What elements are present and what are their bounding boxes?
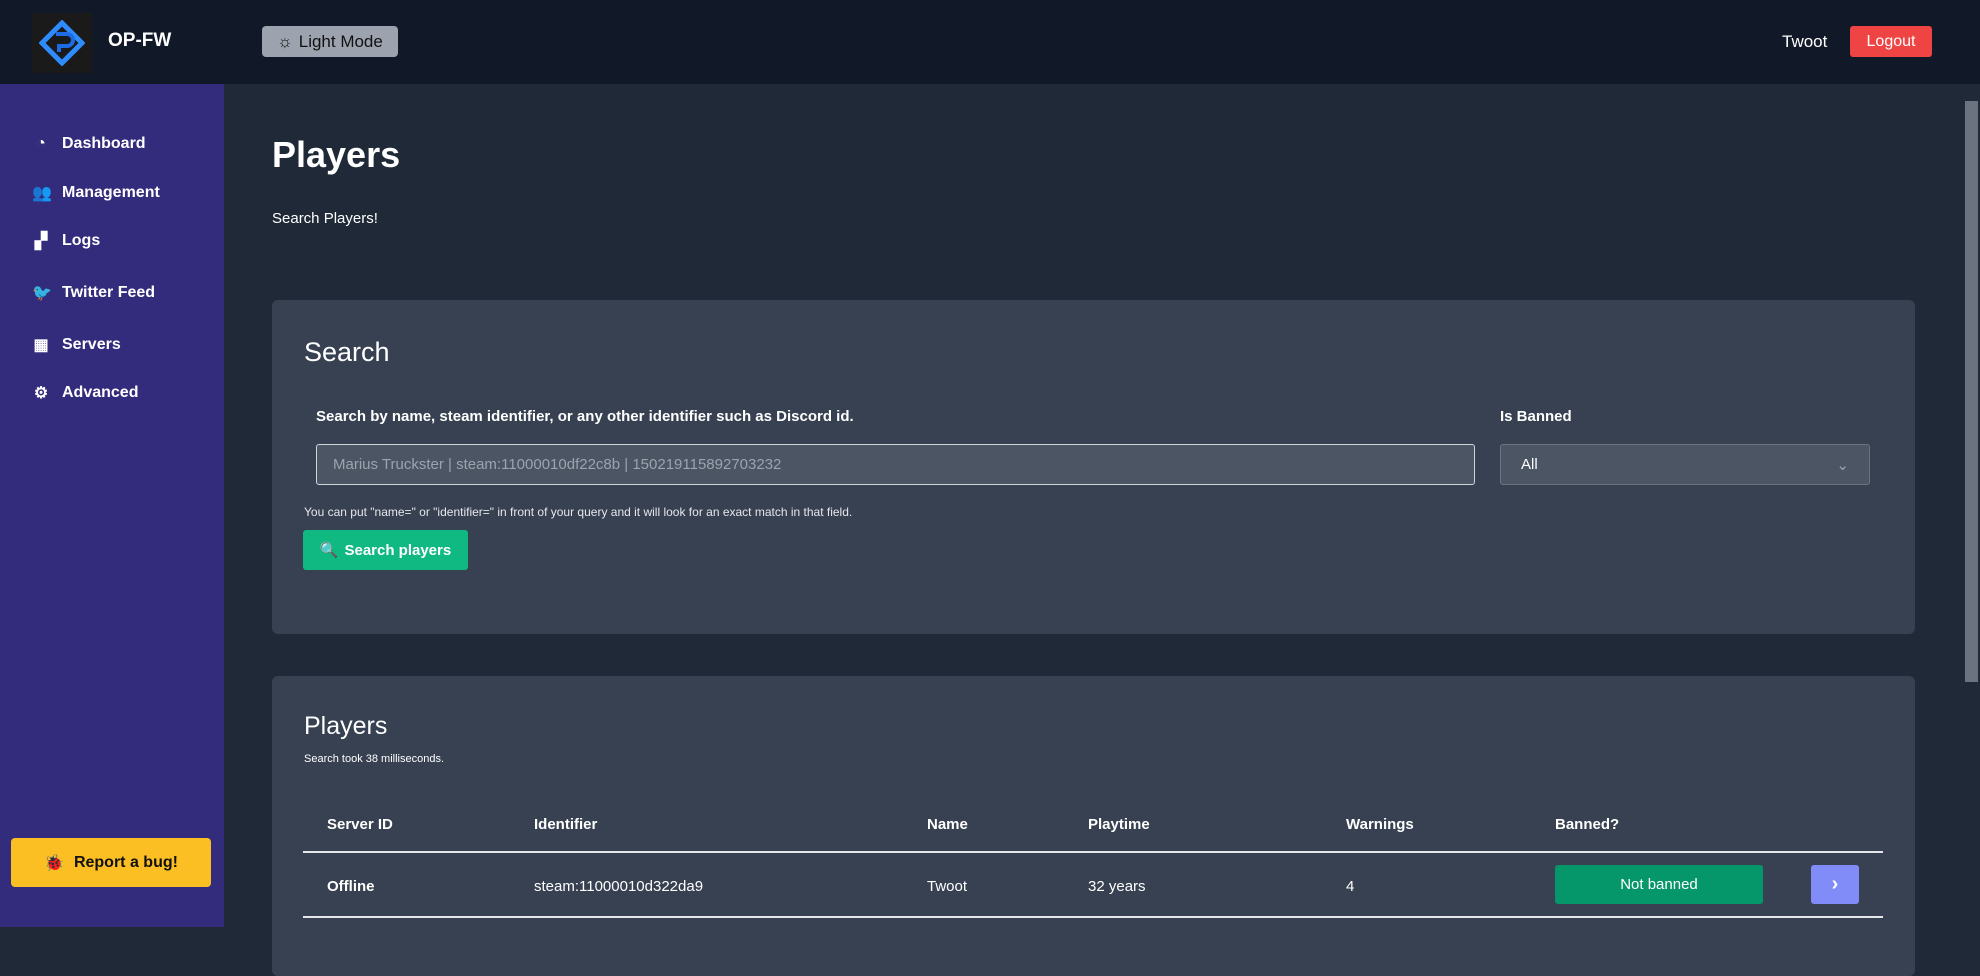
twitter-icon: 🐦 (32, 285, 52, 302)
is-banned-select[interactable]: All ⌄ (1500, 444, 1870, 485)
status-badge: Not banned (1555, 865, 1763, 904)
scrollbar-thumb[interactable] (1965, 101, 1978, 682)
sidebar-item-label: Management (62, 184, 160, 201)
search-icon: 🔍 (319, 542, 339, 559)
sidebar-item-management[interactable]: 👥 Management (32, 183, 160, 203)
gears-icon: ⚙ (33, 385, 49, 402)
cell-server-id: Offline (327, 878, 375, 895)
users-icon: 👥 (32, 185, 52, 202)
logo[interactable] (32, 13, 92, 73)
sun-icon: ☼ (277, 31, 293, 51)
table-divider (303, 916, 1883, 918)
chevron-right-icon: › (1831, 873, 1839, 895)
page-title: Players (272, 134, 401, 175)
light-mode-button[interactable]: ☼ Light Mode (262, 26, 398, 57)
sidebar-item-servers[interactable]: ▦ Servers (32, 335, 121, 355)
is-banned-value: All (1521, 456, 1538, 473)
search-card: Search Search by name, steam identifier,… (272, 300, 1915, 634)
sidebar-item-logs[interactable]: ▞ Logs (32, 231, 100, 251)
gauge-icon: ◔ (36, 135, 46, 152)
sidebar: ◔ Dashboard 👥 Management ▞ Logs 🐦 Twitter Fe… (0, 84, 224, 927)
cell-identifier: steam:11000010d322da9 (534, 878, 704, 895)
sidebar-item-twitter-feed[interactable]: 🐦 Twitter Feed (32, 283, 155, 303)
search-title: Search (304, 337, 390, 367)
sidebar-item-label: Dashboard (62, 135, 146, 152)
search-input[interactable]: Marius Truckster | steam:11000010df22c8b… (316, 444, 1475, 485)
is-banned-label: Is Banned (1500, 408, 1572, 425)
search-button-label: Search players (344, 541, 452, 559)
sidebar-item-label: Servers (62, 336, 121, 353)
sidebar-item-label: Logs (62, 232, 101, 249)
cell-name: Twoot (927, 878, 968, 895)
column-header: Banned? (1555, 816, 1620, 833)
username[interactable]: Twoot (1782, 32, 1827, 52)
column-header: Name (927, 816, 968, 833)
table-divider (303, 851, 1883, 853)
scrollbar[interactable] (1961, 84, 1980, 927)
page-subtitle: Search Players! (272, 210, 378, 227)
sidebar-item-label: Twitter Feed (62, 284, 156, 301)
logout-button[interactable]: Logout (1850, 26, 1932, 57)
building-icon: ▦ (33, 337, 49, 354)
search-help-text: You can put "name=" or "identifier=" in … (304, 505, 853, 519)
light-mode-label: Light Mode (298, 31, 383, 51)
query-label: Search by name, steam identifier, or any… (316, 408, 854, 425)
logo-icon (39, 20, 85, 66)
column-header: Playtime (1088, 816, 1150, 833)
players-card: Players Search took 38 milliseconds. Ser… (272, 676, 1915, 976)
sidebar-item-label: Advanced (62, 384, 139, 401)
bug-icon: 🐞 (44, 854, 64, 872)
chevron-down-icon: ⌄ (1836, 456, 1849, 474)
sidebar-item-dashboard[interactable]: ◔ Dashboard (32, 135, 146, 153)
search-timing: Search took 38 milliseconds. (304, 753, 445, 765)
report-bug-button[interactable]: 🐞 Report a bug! (11, 838, 211, 887)
top-header: OP-FW ☼ Light Mode Twoot Logout (0, 0, 1980, 84)
report-bug-label: Report a bug! (73, 853, 178, 871)
cell-playtime: 32 years (1088, 878, 1146, 895)
players-title: Players (304, 712, 388, 740)
search-players-button[interactable]: 🔍 Search players (303, 530, 468, 570)
brand-name: OP-FW (108, 30, 172, 51)
column-header: Warnings (1346, 816, 1414, 833)
column-header: Identifier (534, 816, 598, 833)
sidebar-item-advanced[interactable]: ⚙ Advanced (32, 383, 139, 403)
view-player-button[interactable]: › (1811, 865, 1859, 904)
column-header: Server ID (327, 816, 393, 833)
cell-warnings: 4 (1346, 878, 1355, 895)
boxes-icon: ▞ (34, 233, 48, 250)
